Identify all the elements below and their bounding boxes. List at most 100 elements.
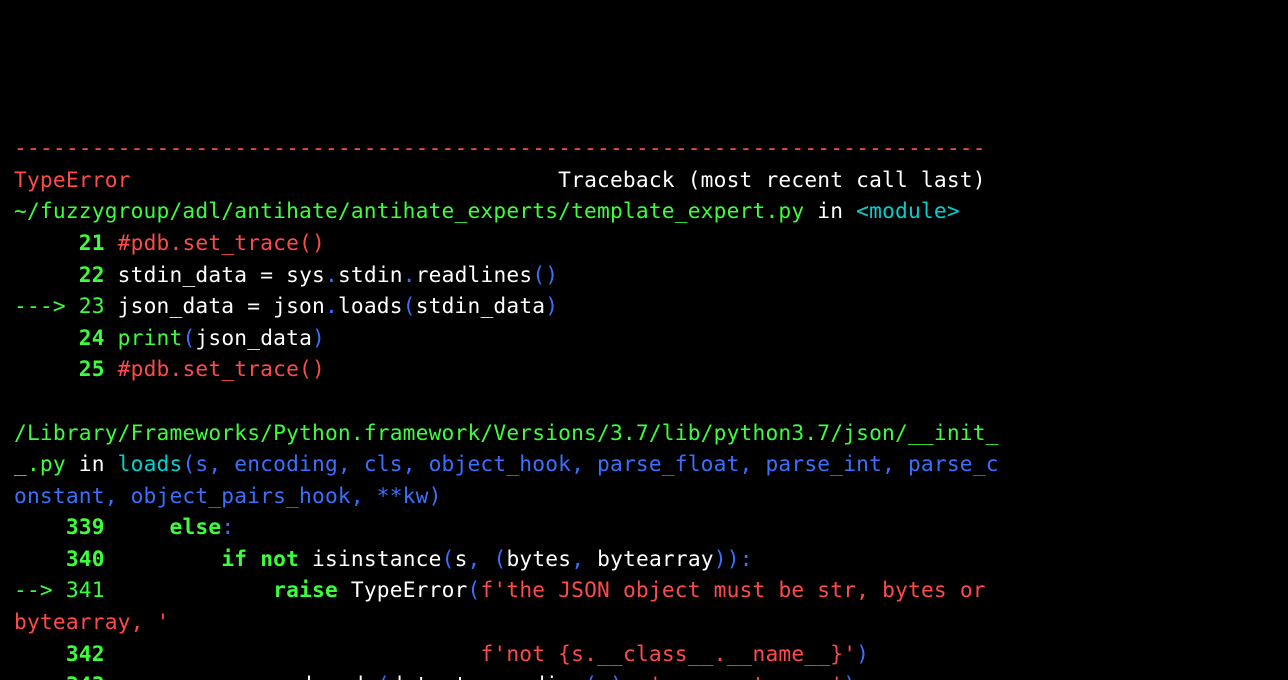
frame-func: onstant, object_pairs_hook, **kw) xyxy=(14,483,442,508)
code-token: bytearray, ' xyxy=(14,609,169,634)
frame-path: ~/fuzzygroup/adl/antihate/antihate_exper… xyxy=(14,198,804,223)
code-token: stdin xyxy=(338,262,403,287)
code-token: TypeError xyxy=(338,577,468,602)
code-token: s xyxy=(260,672,286,680)
line-number: 21 xyxy=(79,230,105,255)
line-marker xyxy=(14,262,79,287)
line-number: 343 xyxy=(66,672,105,680)
code-token: ( xyxy=(403,293,416,318)
line-number: 342 xyxy=(66,641,105,666)
code-token: #pdb.set_trace() xyxy=(118,230,325,255)
code-token: if xyxy=(221,546,247,571)
code-token: = xyxy=(247,672,260,680)
code-token: s xyxy=(597,672,610,680)
divider-line: ----------------------------------------… xyxy=(14,135,986,160)
code-token: . xyxy=(325,262,338,287)
code-token: stdin_data xyxy=(416,293,546,318)
frame-path: /Library/Frameworks/Python.framework/Ver… xyxy=(14,420,999,445)
frame-func: loads xyxy=(118,451,183,476)
code-token: 'surrogatepass' xyxy=(649,672,843,680)
code-token xyxy=(105,641,481,666)
line-number: 340 xyxy=(66,546,105,571)
code-token: readlines xyxy=(416,262,533,287)
code-token: ( xyxy=(584,672,597,680)
code-token: s xyxy=(105,672,248,680)
line-marker xyxy=(14,230,79,255)
code-token: else xyxy=(169,514,221,539)
line-marker xyxy=(14,546,66,571)
code-token xyxy=(105,546,222,571)
code-token: decode xyxy=(299,672,377,680)
code-token: stdin_data xyxy=(105,262,260,287)
code-token: print xyxy=(118,325,183,350)
source-line: 21 #pdb.set_trace() xyxy=(14,230,325,255)
code-token: ) xyxy=(545,293,558,318)
code-token xyxy=(105,356,118,381)
code-token: : xyxy=(221,514,234,539)
code-token: . xyxy=(403,262,416,287)
line-marker xyxy=(14,672,66,680)
code-token: detect_encoding xyxy=(390,672,584,680)
code-token: s xyxy=(455,546,468,571)
code-token: isinstance xyxy=(299,546,442,571)
code-token: raise xyxy=(273,577,338,602)
line-marker xyxy=(14,641,66,666)
code-token: f'the JSON object must be str, bytes or xyxy=(480,577,998,602)
line-number: 23 xyxy=(79,293,105,318)
line-number: 339 xyxy=(66,514,105,539)
source-line: 339 else: xyxy=(14,514,234,539)
code-token: ) xyxy=(714,546,727,571)
code-token: ( xyxy=(182,325,195,350)
code-token: not xyxy=(260,546,299,571)
source-line: 24 print(json_data) xyxy=(14,325,325,350)
code-token: ( xyxy=(467,577,480,602)
code-token: , xyxy=(468,546,481,571)
frame-path: _.py xyxy=(14,451,66,476)
traceback-header: TypeError Traceback (most recent call la… xyxy=(14,167,986,192)
code-token: #pdb.set_trace() xyxy=(118,356,325,381)
source-line: ---> 23 json_data = json.loads(stdin_dat… xyxy=(14,293,558,318)
frame-header: ~/fuzzygroup/adl/antihate/antihate_exper… xyxy=(14,198,960,223)
code-token: sys xyxy=(273,262,325,287)
code-token: ) xyxy=(856,641,869,666)
line-number: 25 xyxy=(79,356,105,381)
line-marker xyxy=(14,356,79,381)
source-line: 342 f'not {s.__class__.__name__}') xyxy=(14,641,869,666)
in-label: in xyxy=(804,198,856,223)
code-token: ( xyxy=(493,546,506,571)
code-token: = xyxy=(260,262,273,287)
code-token: , xyxy=(623,672,636,680)
code-token: f'not {s.__class__.__name__}' xyxy=(480,641,856,666)
code-token: ) xyxy=(727,546,740,571)
code-token: bytearray xyxy=(584,546,714,571)
code-token: ( xyxy=(532,262,545,287)
frame-func: (s, encoding, cls, object_hook, parse_fl… xyxy=(182,451,998,476)
line-number: 341 xyxy=(66,577,105,602)
source-line: 340 if not isinstance(s, (bytes, bytearr… xyxy=(14,546,753,571)
code-token: json xyxy=(260,293,325,318)
code-token: ( xyxy=(377,672,390,680)
arrow-marker: ---> xyxy=(14,293,79,318)
code-token: = xyxy=(247,293,260,318)
code-token: ) xyxy=(312,325,325,350)
code-token: ( xyxy=(442,546,455,571)
in-label: in xyxy=(66,451,118,476)
code-token: bytes xyxy=(506,546,571,571)
code-token: , xyxy=(571,546,584,571)
code-token xyxy=(105,514,170,539)
source-line: 22 stdin_data = sys.stdin.readlines() xyxy=(14,262,558,287)
code-token: ) xyxy=(545,262,558,287)
frame-func: <module> xyxy=(856,198,960,223)
exception-class-header: TypeError xyxy=(14,167,131,192)
frame-header: /Library/Frameworks/Python.framework/Ver… xyxy=(14,420,999,508)
code-token: loads xyxy=(338,293,403,318)
line-number: 24 xyxy=(79,325,105,350)
code-token: json_data xyxy=(195,325,312,350)
traceback-label: Traceback (most recent call last) xyxy=(558,167,986,192)
code-token xyxy=(481,546,494,571)
source-line: 25 #pdb.set_trace() xyxy=(14,356,325,381)
code-token: json_data xyxy=(105,293,248,318)
traceback-output: ----------------------------------------… xyxy=(14,132,1274,680)
code-token xyxy=(636,672,649,680)
code-token xyxy=(247,546,260,571)
